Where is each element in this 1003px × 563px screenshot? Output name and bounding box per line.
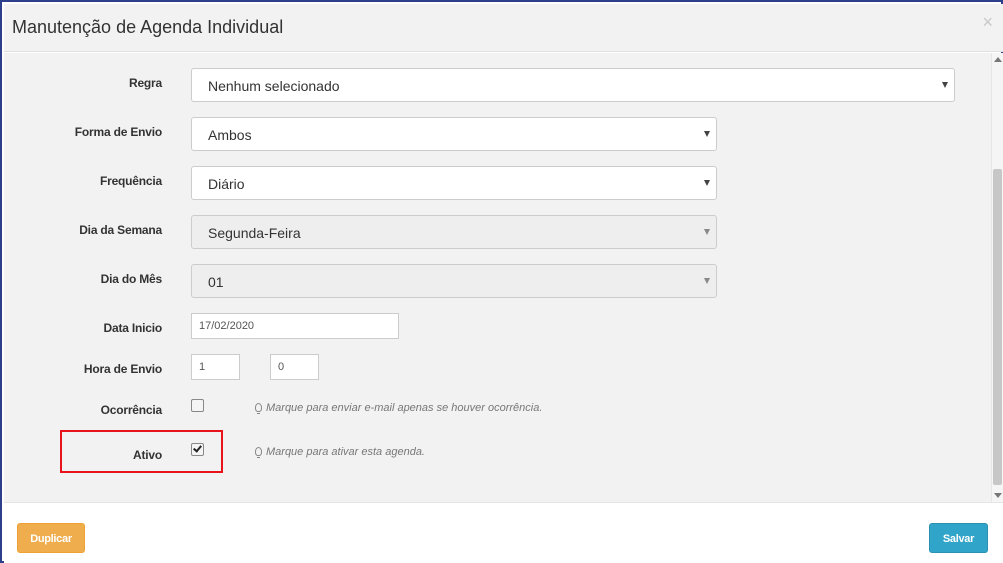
frequencia-label: Frequência	[99, 174, 162, 188]
scroll-up-arrow-icon[interactable]	[994, 57, 1002, 62]
data-inicio-label: Data Inicio	[103, 321, 163, 335]
forma-envio-select[interactable]: Ambos	[191, 117, 717, 151]
ativo-highlight-box	[60, 430, 223, 473]
save-button[interactable]: Salvar	[929, 523, 988, 553]
modal-window: Manutenção de Agenda Individual × Regra …	[0, 0, 1003, 563]
caret-down-icon	[942, 82, 948, 88]
hora-envio-minute-input[interactable]: 0	[270, 354, 319, 380]
hora-envio-label: Hora de Envio	[83, 362, 162, 376]
caret-down-icon	[704, 180, 710, 186]
regra-select[interactable]: Nenhum selecionado	[191, 68, 955, 102]
modal-footer: Duplicar Salvar	[4, 502, 1003, 563]
close-icon[interactable]: ×	[982, 13, 993, 31]
modal-scrollbar[interactable]	[991, 53, 1003, 502]
scroll-down-arrow-icon[interactable]	[994, 493, 1002, 498]
lightbulb-icon	[255, 447, 262, 458]
scrollbar-thumb[interactable]	[993, 169, 1002, 485]
ativo-hint: Marque para ativar esta agenda.	[255, 446, 425, 458]
hora-envio-hour-input[interactable]: 1	[191, 354, 240, 380]
lightbulb-icon	[255, 403, 262, 414]
duplicate-button[interactable]: Duplicar	[17, 523, 85, 553]
caret-down-icon	[704, 278, 710, 284]
ocorrencia-label: Ocorrência	[100, 403, 163, 417]
modal-header: Manutenção de Agenda Individual ×	[4, 4, 1003, 52]
frequencia-select[interactable]: Diário	[191, 166, 717, 200]
dia-semana-select: Segunda-Feira	[191, 215, 717, 249]
data-inicio-input[interactable]: 17/02/2020	[191, 313, 399, 339]
dia-mes-value: 01	[208, 274, 224, 290]
ativo-hint-text: Marque para ativar esta agenda.	[266, 446, 425, 458]
regra-value: Nenhum selecionado	[208, 78, 340, 94]
modal-title: Manutenção de Agenda Individual	[12, 17, 284, 37]
ocorrencia-hint: Marque para enviar e-mail apenas se houv…	[255, 402, 542, 414]
caret-down-icon	[704, 229, 710, 235]
frequencia-value: Diário	[208, 176, 245, 192]
forma-envio-label: Forma de Envio	[74, 125, 162, 139]
dia-semana-label: Dia da Semana	[79, 223, 162, 237]
caret-down-icon	[704, 131, 710, 137]
regra-label: Regra	[128, 76, 162, 90]
ocorrencia-hint-text: Marque para enviar e-mail apenas se houv…	[266, 402, 543, 414]
dia-mes-select: 01	[191, 264, 717, 298]
dia-mes-label: Dia do Mês	[100, 272, 163, 286]
ocorrencia-checkbox[interactable]	[191, 399, 204, 412]
forma-envio-value: Ambos	[208, 127, 252, 143]
dia-semana-value: Segunda-Feira	[208, 225, 301, 241]
